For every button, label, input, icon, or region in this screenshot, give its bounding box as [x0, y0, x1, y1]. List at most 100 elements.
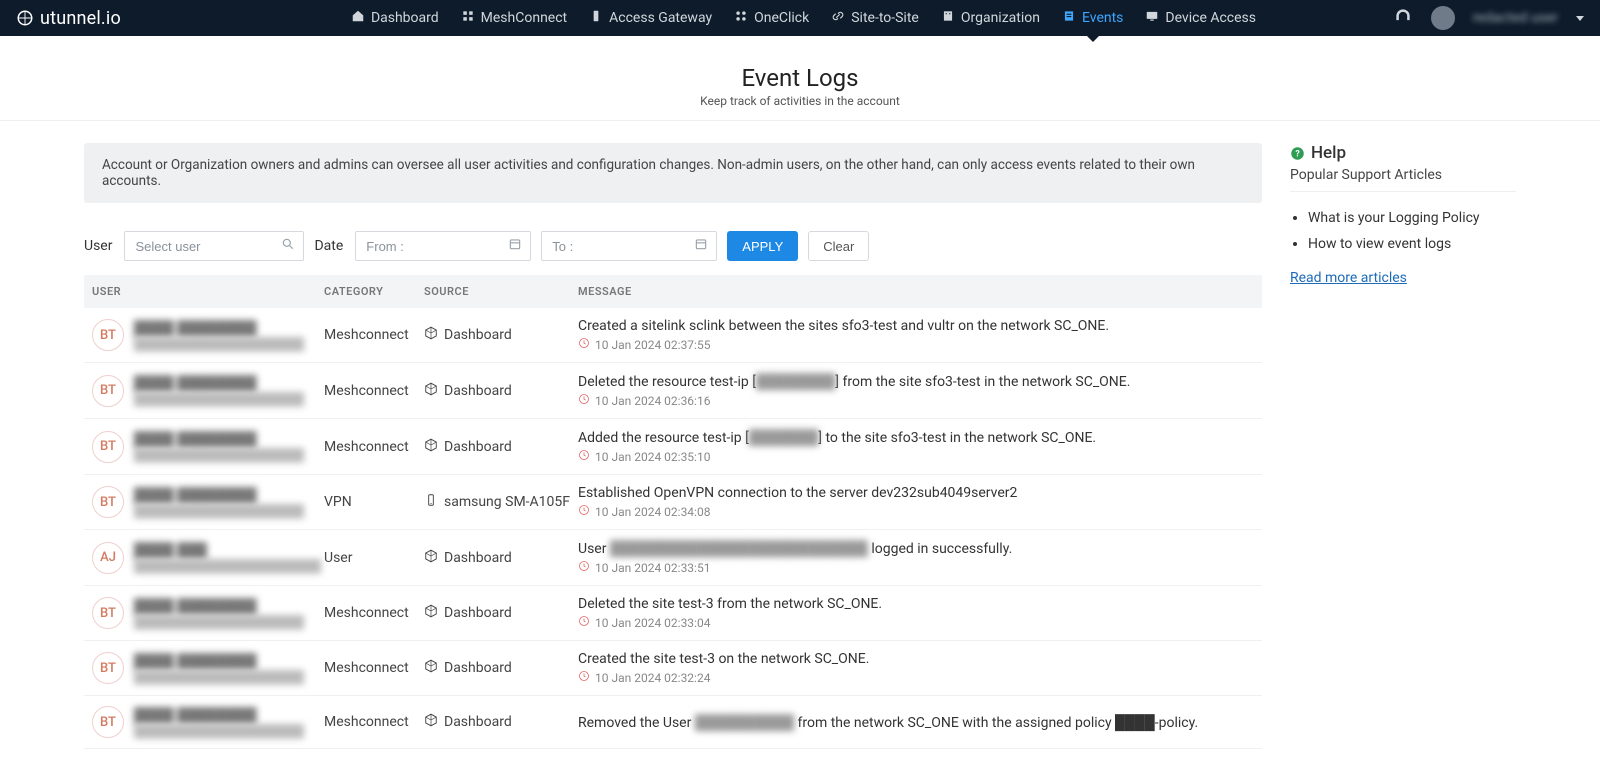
user-cell: BT ████ ████████ ████████████████████ — [92, 431, 324, 463]
source-cell: samsung SM-A105F — [424, 493, 578, 511]
user-avatar: BT — [92, 486, 124, 518]
help-article-link[interactable]: What is your Logging Policy — [1308, 210, 1516, 226]
table-row: BT ████ ████████ ████████████████████ Me… — [84, 419, 1262, 475]
help-article-list: What is your Logging Policy How to view e… — [1290, 210, 1516, 252]
cube-icon — [424, 713, 438, 731]
message-text: Removed the User ██████████ from the net… — [578, 714, 1254, 731]
date-filter-label: Date — [314, 238, 343, 254]
user-cell: BT ████ ████████ ████████████████████ — [92, 597, 324, 629]
col-user: USER — [92, 285, 324, 298]
device-icon — [1145, 9, 1159, 27]
source-label: Dashboard — [444, 550, 512, 566]
user-cell: BT ████ ████████ ████████████████████ — [92, 375, 324, 407]
top-nav: utunnel.io Dashboard MeshConnect Access Ga… — [0, 0, 1600, 36]
help-title: ? Help — [1290, 143, 1516, 163]
message-cell: Removed the User ██████████ from the net… — [578, 714, 1254, 731]
timestamp: 10 Jan 2024 02:34:08 — [578, 504, 1254, 519]
user-name: ████ ████████ — [134, 707, 304, 724]
brand-text: utunnel.io — [40, 8, 121, 29]
source-cell: Dashboard — [424, 659, 578, 677]
message-text: User ██████████████████████████ logged i… — [578, 540, 1254, 557]
calendar-icon — [694, 237, 708, 255]
user-name: ████ ████████ — [134, 320, 304, 337]
user-avatar: AJ — [92, 542, 124, 574]
table-row: BT ████ ████████ ████████████████████ Me… — [84, 586, 1262, 641]
cube-icon — [424, 326, 438, 344]
brand-logo[interactable]: utunnel.io — [16, 8, 121, 29]
message-text: Added the resource test-ip [███████] to … — [578, 429, 1254, 446]
user-select[interactable] — [124, 231, 304, 261]
brand-icon — [16, 9, 34, 27]
table-row: BT ████ ████████ ████████████████████ Me… — [84, 696, 1262, 749]
user-name: ████ ████████ — [134, 487, 304, 504]
table-row: BT ████ ████████ ████████████████████ Me… — [84, 363, 1262, 419]
col-message: MESSAGE — [578, 285, 1254, 298]
user-name: ████ ████████ — [134, 375, 304, 392]
user-name: ████ ████████ — [134, 431, 304, 448]
user-email: ████████████████████ — [134, 337, 304, 351]
help-article-link[interactable]: How to view event logs — [1308, 236, 1516, 252]
nav-organization[interactable]: Organization — [941, 0, 1040, 36]
source-cell: Dashboard — [424, 382, 578, 400]
oneclick-icon — [734, 9, 748, 27]
table-header: USER CATEGORY SOURCE MESSAGE — [84, 275, 1262, 308]
nav-links: Dashboard MeshConnect Access Gateway OneCli… — [351, 0, 1256, 36]
user-filter-label: User — [84, 238, 112, 254]
source-cell: Dashboard — [424, 713, 578, 731]
table-row: AJ ████ ███ ██████████████████████ User … — [84, 530, 1262, 586]
timestamp: 10 Jan 2024 02:32:24 — [578, 670, 1254, 685]
nav-access-gateway[interactable]: Access Gateway — [589, 0, 712, 36]
user-email: ██████████████████████ — [134, 559, 321, 573]
user-avatar: BT — [92, 375, 124, 407]
nav-site-to-site[interactable]: Site-to-Site — [831, 0, 919, 36]
nav-oneclick[interactable]: OneClick — [734, 0, 809, 36]
nav-right: redacted user — [1393, 6, 1584, 30]
clock-icon — [578, 337, 590, 352]
message-cell: Established OpenVPN connection to the se… — [578, 485, 1254, 519]
user-email: ████████████████████ — [134, 504, 304, 518]
help-subtitle: Popular Support Articles — [1290, 167, 1516, 192]
user-email: ████████████████████ — [134, 448, 304, 462]
date-to[interactable] — [541, 231, 717, 261]
clock-icon — [578, 670, 590, 685]
clock-icon — [578, 615, 590, 630]
clear-button[interactable]: Clear — [808, 231, 869, 261]
category-cell: Meshconnect — [324, 605, 424, 621]
nav-dashboard[interactable]: Dashboard — [351, 0, 439, 36]
nav-device-access[interactable]: Device Access — [1145, 0, 1256, 36]
nav-label: Organization — [961, 10, 1040, 26]
clock-icon — [578, 504, 590, 519]
avatar[interactable] — [1431, 6, 1455, 30]
user-email: ████████████████████ — [134, 670, 304, 684]
user-avatar: BT — [92, 652, 124, 684]
nav-label: Access Gateway — [609, 10, 712, 26]
nav-events[interactable]: Events — [1062, 0, 1123, 36]
source-label: Dashboard — [444, 714, 512, 730]
nav-meshconnect[interactable]: MeshConnect — [461, 0, 567, 36]
nav-label: MeshConnect — [481, 10, 567, 26]
user-cell: BT ████ ████████ ████████████████████ — [92, 319, 324, 351]
apply-button[interactable]: APPLY — [727, 231, 798, 261]
source-label: samsung SM-A105F — [444, 494, 570, 510]
source-label: Dashboard — [444, 327, 512, 343]
date-from[interactable] — [355, 231, 531, 261]
source-label: Dashboard — [444, 605, 512, 621]
date-from-input[interactable] — [356, 232, 530, 260]
chevron-down-icon[interactable] — [1576, 16, 1584, 21]
nav-label: Events — [1082, 10, 1123, 26]
nav-label: Dashboard — [371, 10, 439, 26]
user-select-input[interactable] — [125, 232, 303, 260]
read-more-link[interactable]: Read more articles — [1290, 270, 1407, 286]
timestamp: 10 Jan 2024 02:33:51 — [578, 560, 1254, 575]
user-email: ████████████████████ — [134, 392, 304, 406]
org-icon — [941, 9, 955, 27]
message-text: Deleted the resource test-ip [████████] … — [578, 373, 1254, 390]
help-title-text: Help — [1311, 143, 1346, 163]
support-icon[interactable] — [1393, 6, 1413, 30]
user-cell: BT ████ ████████ ████████████████████ — [92, 706, 324, 738]
col-category: CATEGORY — [324, 285, 424, 298]
date-to-input[interactable] — [542, 232, 716, 260]
help-panel: ? Help Popular Support Articles What is … — [1290, 143, 1516, 749]
category-cell: Meshconnect — [324, 383, 424, 399]
source-cell: Dashboard — [424, 549, 578, 567]
